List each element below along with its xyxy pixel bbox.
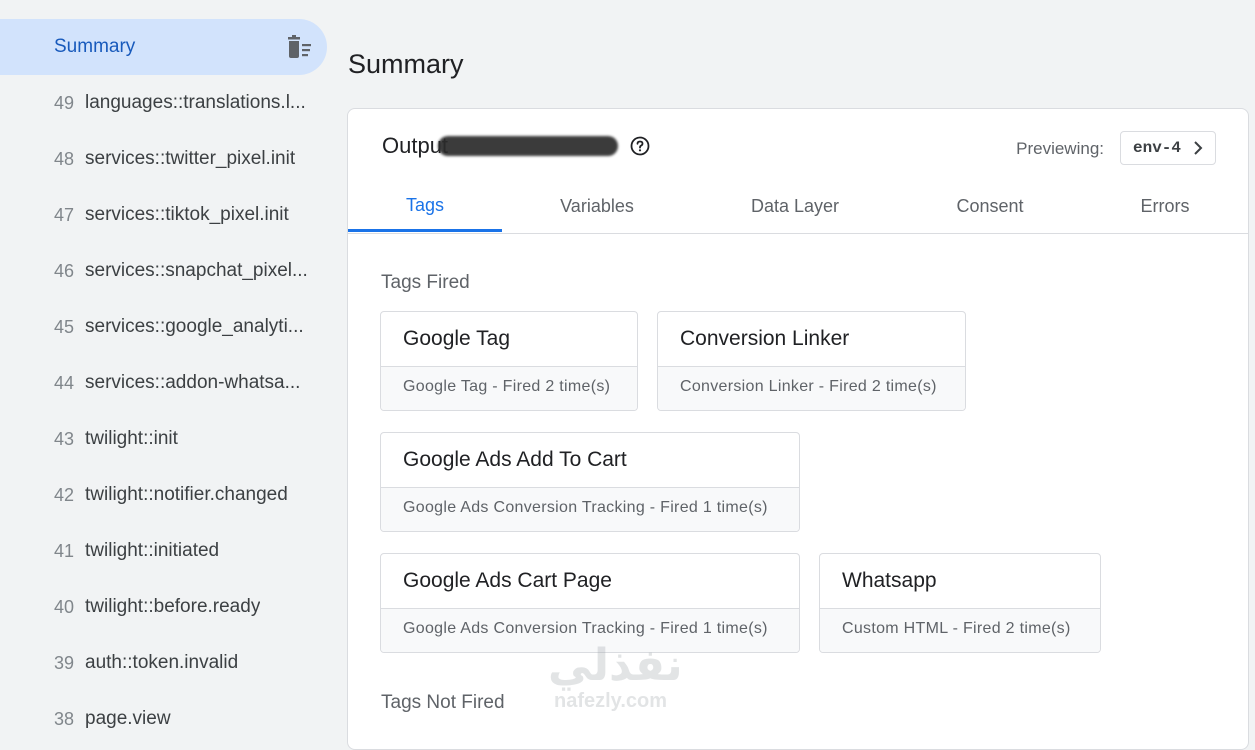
tag-card-subtitle: Conversion Linker - Fired 2 time(s) <box>658 367 965 410</box>
sidebar-event-label: services::addon-whatsa... <box>85 372 301 393</box>
sidebar-event-number: 42 <box>54 484 75 505</box>
sidebar-event-label: twilight::notifier.changed <box>85 484 288 505</box>
sidebar-event-number: 38 <box>54 708 75 729</box>
tag-card[interactable]: Conversion Linker Conversion Linker - Fi… <box>657 311 966 411</box>
sidebar-item-summary[interactable]: Summary <box>0 19 327 75</box>
sidebar-event-label: auth::token.invalid <box>85 652 239 673</box>
sidebar-event-label: services::google_analyti... <box>85 316 304 337</box>
sidebar-event-number: 46 <box>54 260 75 281</box>
tag-card[interactable]: Whatsapp Custom HTML - Fired 2 time(s) <box>819 553 1101 653</box>
tag-card[interactable]: Google Ads Add To Cart Google Ads Conver… <box>380 432 800 532</box>
tag-card-subtitle: Google Ads Conversion Tracking - Fired 1… <box>381 488 799 531</box>
tag-card-title: Google Tag <box>381 312 637 367</box>
sidebar-event-label: twilight::initiated <box>85 540 220 561</box>
sidebar-event-label: twilight::init <box>85 428 178 449</box>
tab-errors[interactable]: Errors <box>1108 181 1222 232</box>
sidebar-event-number: 40 <box>54 596 75 617</box>
sidebar-event-number: 47 <box>54 204 75 225</box>
sidebar-event-label: services::twitter_pixel.init <box>85 148 296 169</box>
redacted-container-id <box>438 136 619 156</box>
tags-not-fired-heading: Tags Not Fired <box>381 692 505 713</box>
sidebar-event-label: services::tiktok_pixel.init <box>85 204 289 225</box>
sidebar-event-label: services::snapchat_pixel... <box>85 260 308 281</box>
sidebar-event-item[interactable]: 49 languages::translations.l... <box>0 75 330 131</box>
output-header: Output <box>382 133 650 159</box>
sidebar-event-item[interactable]: 38 page.view <box>0 691 330 747</box>
tab-consent[interactable]: Consent <box>916 181 1064 232</box>
env-label: env-4 <box>1133 139 1182 157</box>
tag-card[interactable]: Google Tag Google Tag - Fired 2 time(s) <box>380 311 638 411</box>
sidebar-event-item[interactable]: 39 auth::token.invalid <box>0 635 330 691</box>
delete-sweep-icon[interactable] <box>285 35 315 59</box>
tag-card-title: Whatsapp <box>820 554 1100 609</box>
sidebar-event-label: languages::translations.l... <box>85 92 306 113</box>
previewing-label: Previewing: <box>1016 139 1104 158</box>
summary-card: Output Previewing: env-4 Tags Variables … <box>347 108 1249 750</box>
tag-card-subtitle: Google Tag - Fired 2 time(s) <box>381 367 637 410</box>
sidebar-event-item[interactable]: 45 services::google_analyti... <box>0 299 330 355</box>
tag-card-title: Google Ads Add To Cart <box>381 433 799 488</box>
tags-fired-heading: Tags Fired <box>381 272 470 293</box>
sidebar-event-number: 45 <box>54 316 75 337</box>
sidebar-event-item[interactable]: 47 services::tiktok_pixel.init <box>0 187 330 243</box>
tab-variables[interactable]: Variables <box>520 181 674 232</box>
sidebar-event-list: 49 languages::translations.l... 48 services… <box>0 75 330 747</box>
sidebar-event-item[interactable]: 40 twilight::before.ready <box>0 579 330 635</box>
tag-card-subtitle: Custom HTML - Fired 2 time(s) <box>820 609 1100 652</box>
tag-card-title: Google Ads Cart Page <box>381 554 799 609</box>
tag-card-title: Conversion Linker <box>658 312 965 367</box>
tab-data-layer[interactable]: Data Layer <box>720 181 870 232</box>
sidebar-event-number: 49 <box>54 92 75 113</box>
sidebar-event-label: twilight::before.ready <box>85 596 261 617</box>
tag-card-subtitle: Google Ads Conversion Tracking - Fired 1… <box>381 609 799 652</box>
sidebar: Summary 49 languages::translations.l...48… <box>0 0 330 729</box>
sidebar-event-label: page.view <box>85 708 171 729</box>
sidebar-event-item[interactable]: 46 services::snapchat_pixel... <box>0 243 330 299</box>
sidebar-event-number: 43 <box>54 428 75 449</box>
tag-card[interactable]: Google Ads Cart Page Google Ads Conversi… <box>380 553 800 653</box>
chevron-right-icon <box>1194 141 1203 155</box>
page-title: Summary <box>348 49 464 79</box>
sidebar-event-number: 48 <box>54 148 75 169</box>
help-circle-icon[interactable] <box>630 136 650 156</box>
sidebar-event-item[interactable]: 44 services::addon-whatsa... <box>0 355 330 411</box>
tab-tags[interactable]: Tags <box>348 181 502 232</box>
sidebar-event-number: 44 <box>54 372 75 393</box>
sidebar-event-item[interactable]: 42 twilight::notifier.changed <box>0 467 330 523</box>
sidebar-event-item[interactable]: 43 twilight::init <box>0 411 330 467</box>
sidebar-event-number: 39 <box>54 652 75 673</box>
tab-bar: Tags Variables Data Layer Consent Errors <box>348 181 1248 234</box>
sidebar-event-item[interactable]: 48 services::twitter_pixel.init <box>0 131 330 187</box>
sidebar-event-item[interactable]: 41 twilight::initiated <box>0 523 330 579</box>
environment-selector-button[interactable]: env-4 <box>1120 131 1216 165</box>
sidebar-event-number: 41 <box>54 540 75 561</box>
